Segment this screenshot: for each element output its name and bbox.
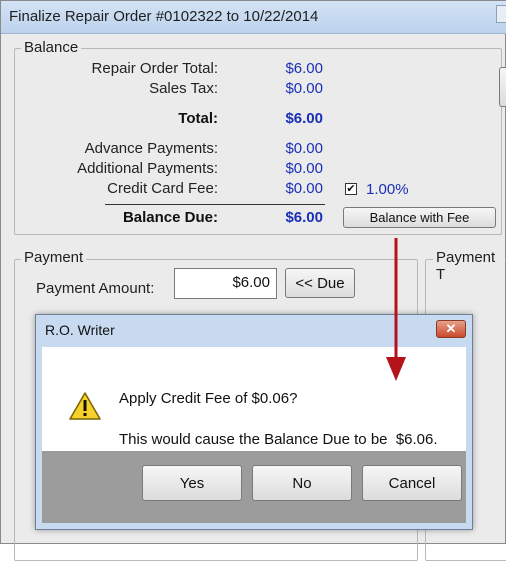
annotation-arrow-icon: [386, 238, 406, 381]
